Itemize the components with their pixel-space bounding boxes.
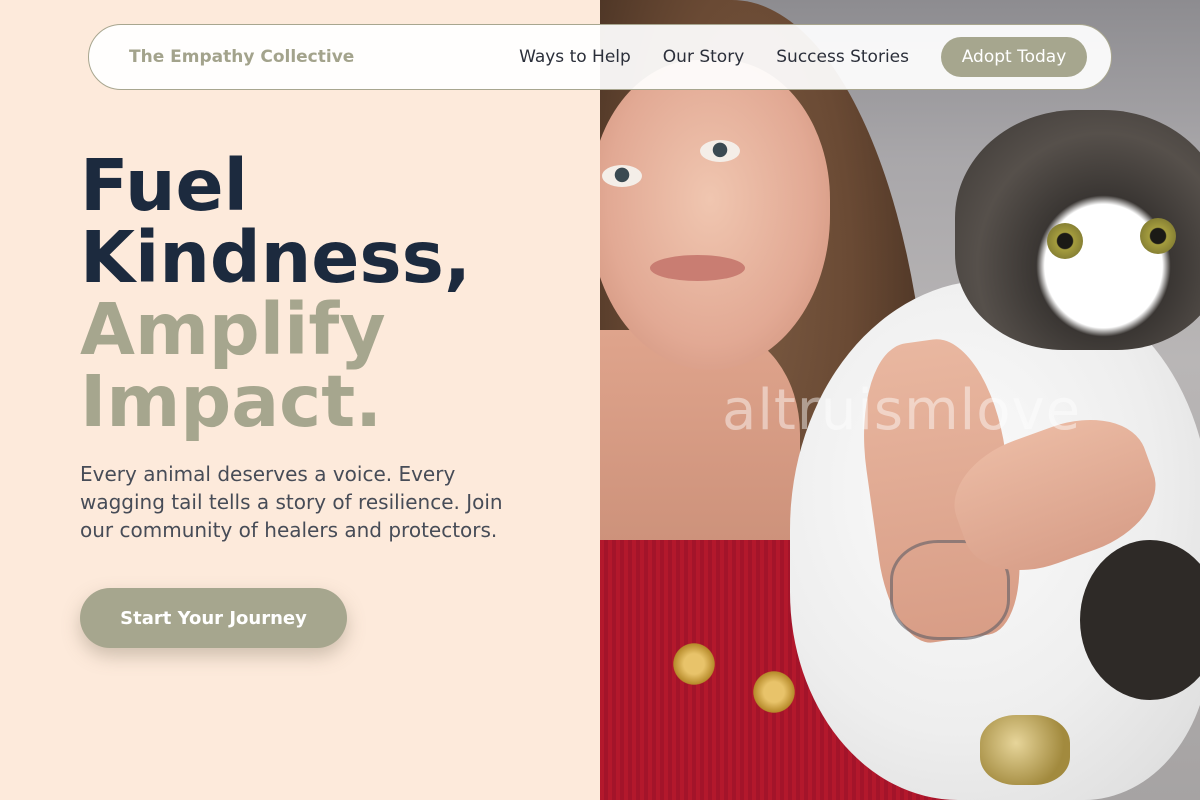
nav-link-success-stories[interactable]: Success Stories bbox=[776, 47, 909, 67]
photo-eye bbox=[700, 140, 740, 162]
hero-content: Fuel Kindness, Amplify Impact. Every ani… bbox=[80, 150, 580, 544]
adopt-today-button[interactable]: Adopt Today bbox=[941, 37, 1087, 77]
hero-subtitle: Every animal deserves a voice. Every wag… bbox=[80, 462, 503, 542]
start-journey-button[interactable]: Start Your Journey bbox=[80, 588, 347, 648]
top-nav: The Empathy Collective Ways to Help Our … bbox=[88, 24, 1112, 90]
hero-title-line-1: Fuel bbox=[80, 144, 249, 227]
hero-title-line-3: Amplify bbox=[80, 288, 386, 371]
photo-face bbox=[600, 60, 830, 370]
nav-link-ways-to-help[interactable]: Ways to Help bbox=[519, 47, 631, 67]
photo-lips bbox=[650, 255, 745, 281]
brand-logo[interactable]: The Empathy Collective bbox=[129, 47, 519, 67]
hero-title-line-2: Kindness, bbox=[80, 216, 471, 299]
photo-cat-eye bbox=[1140, 218, 1176, 254]
photo-cat-eye bbox=[1047, 223, 1083, 259]
nav-links: Ways to Help Our Story Success Stories bbox=[519, 47, 909, 67]
photo-watermark: altruismlove bbox=[722, 378, 1082, 443]
snowflake-brooch bbox=[750, 668, 798, 716]
photo-gold-ribbon bbox=[980, 715, 1070, 785]
snowflake-brooch bbox=[670, 640, 718, 688]
nav-link-our-story[interactable]: Our Story bbox=[663, 47, 744, 67]
hero-title-line-4: Impact. bbox=[80, 360, 383, 443]
photo-eye bbox=[602, 165, 642, 187]
